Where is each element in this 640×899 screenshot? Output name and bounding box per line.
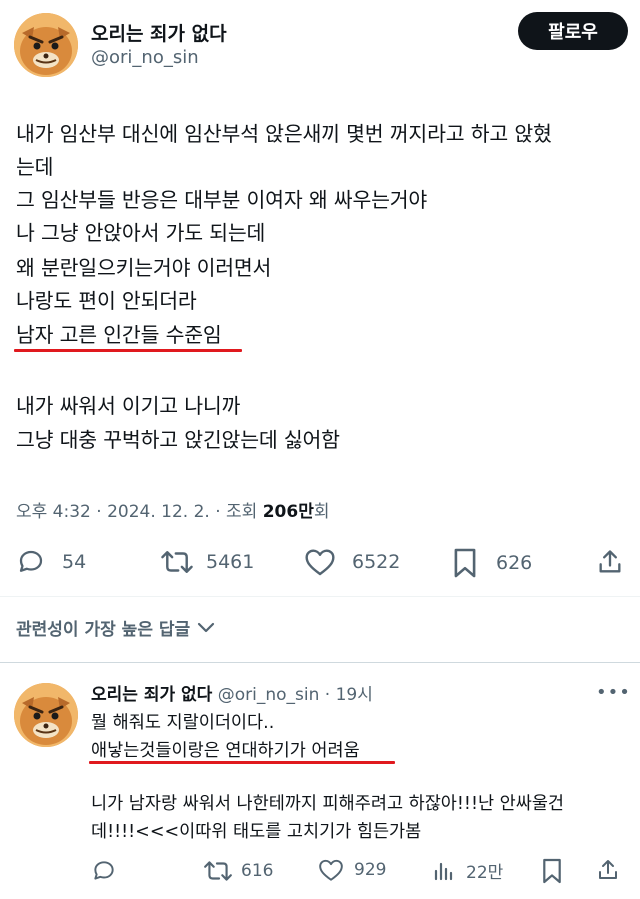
author-display-name[interactable]: 오리는 죄가 없다: [91, 19, 227, 46]
reply-retweet-button[interactable]: 616: [203, 858, 273, 884]
follow-button[interactable]: 팔로우: [518, 12, 628, 50]
tweet-text-line-highlighted: 남자 고른 인간들 수준임: [16, 323, 222, 347]
views-suffix: 회: [313, 502, 330, 522]
tweet-text-line: 나랑도 편이 안되더라: [16, 289, 197, 313]
chevron-down-icon: [198, 622, 215, 632]
reply-like-button[interactable]: 929: [318, 858, 386, 882]
bookmark-icon: [454, 548, 476, 578]
reply-icon: [19, 550, 43, 572]
retweet-icon: [161, 551, 193, 573]
tweet-text-line: 내가 임산부 대신에 임산부석 앉은새끼 몇번 꺼지라고 하고 앉혔: [16, 122, 552, 146]
retweet-button[interactable]: 5461: [160, 547, 254, 577]
tweet-text-line: 내가 싸워서 이기고 나니까: [16, 394, 241, 418]
author-avatar[interactable]: [14, 13, 78, 77]
like-button[interactable]: 6522: [304, 547, 400, 577]
reply-time[interactable]: 19시: [336, 685, 373, 705]
reply-views-count: 22만: [466, 863, 504, 883]
reply-text-line: 데!!!!<<<이따위 태도를 고치기가 힘든가봄: [91, 822, 422, 842]
reply-retweet-count: 616: [241, 861, 274, 881]
reply-text-line-highlighted: 애낳는것들이랑은 연대하기가 어려움: [91, 741, 360, 761]
views-chart-icon: [434, 862, 453, 880]
reply-like-count: 929: [354, 860, 387, 880]
reply-icon: [94, 861, 114, 880]
like-count: 6522: [352, 551, 401, 573]
reply-author-avatar[interactable]: [14, 683, 78, 747]
reply-button[interactable]: 54: [16, 547, 86, 577]
red-underline-mark: [89, 761, 395, 764]
tweet-text-line: 그 임산부들 반응은 대부분 이여자 왜 싸우는거야: [16, 188, 428, 212]
share-icon: [599, 550, 621, 573]
bookmark-button[interactable]: 626: [452, 547, 532, 579]
divider: [0, 662, 640, 663]
reply-author-handle[interactable]: @ori_no_sin: [218, 685, 320, 705]
tweet-text-line: 나 그냥 안앉아서 가도 되는데: [16, 221, 266, 245]
reply-text-line: 뭘 해줘도 지랄이더이다..: [91, 713, 275, 733]
views-value: 206만: [262, 502, 314, 522]
tweet-meta: 오후 4:32 · 2024. 12. 2. · 조회 206만회: [16, 502, 330, 522]
duck-avatar-icon: [14, 13, 78, 77]
heart-icon: [305, 549, 335, 576]
reply-reply-button[interactable]: [91, 858, 117, 884]
tweet-text-line: 왜 분란일으키는거야 이러면서: [16, 256, 272, 280]
red-underline-mark: [14, 349, 242, 352]
tweet-text-line: 그냥 대충 꾸벅하고 앉긴앉는데 싫어함: [16, 428, 340, 452]
reply-bookmark-button[interactable]: [541, 857, 563, 885]
share-icon: [599, 860, 617, 879]
views-label: 조회: [226, 502, 258, 522]
tweet-text-line: 는데: [16, 155, 54, 179]
reply-author-name[interactable]: 오리는 죄가 없다: [91, 685, 212, 705]
reply-share-button[interactable]: [596, 857, 620, 883]
heart-icon: [319, 859, 343, 881]
retweet-count: 5461: [206, 551, 255, 573]
reply-sort-dropdown[interactable]: 관련성이 가장 높은 답글: [16, 615, 216, 640]
duck-avatar-icon: [14, 683, 78, 747]
share-button[interactable]: [596, 547, 624, 577]
reply-count: 54: [62, 551, 87, 573]
reply-text-line: 니가 남자랑 싸워서 나한테까지 피해주려고 하잖아!!!난 안싸울건: [91, 794, 565, 814]
tweet-time[interactable]: 오후 4:32: [16, 502, 91, 522]
retweet-icon: [204, 861, 232, 881]
reply-views-button[interactable]: 22만: [432, 858, 503, 883]
reply-sort-label: 관련성이 가장 높은 답글: [16, 620, 191, 640]
divider: [0, 596, 640, 597]
more-options-icon[interactable]: •••: [596, 682, 631, 703]
author-handle[interactable]: @ori_no_sin: [91, 47, 199, 68]
bookmark-count: 626: [496, 552, 533, 574]
tweet-date[interactable]: 2024. 12. 2.: [107, 502, 210, 522]
bookmark-icon: [543, 858, 561, 884]
reply-header: 오리는 죄가 없다 @ori_no_sin · 19시: [91, 685, 373, 705]
